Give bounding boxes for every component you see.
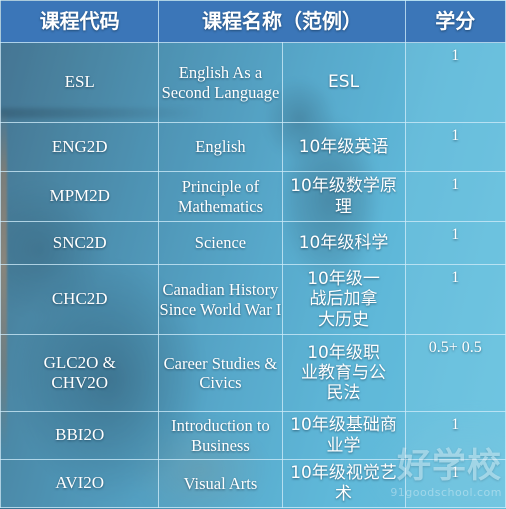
cell-course-name-cn: 10年级一战后加拿大历史	[281, 264, 406, 335]
table-row: AVI2O Visual Arts 10年级视觉艺术 1	[0, 459, 506, 508]
cell-course-name-en: Canadian History Since World War I	[158, 264, 283, 335]
cell-course-name-cn: 10年级科学	[281, 221, 406, 265]
cell-course-code: GLC2O & CHV2O	[0, 334, 160, 412]
cell-course-name-en: English As a Second Language	[158, 42, 283, 123]
table-header: 课程代码 课程名称（范例） 学分	[0, 0, 506, 43]
table-row: BBI2O Introduction to Business 10年级基础商业学…	[0, 411, 506, 460]
column-header-credit: 学分	[404, 0, 506, 43]
table-body: ESL English As a Second Language ESL 1 E…	[0, 42, 506, 508]
table-row: ENG2D English 10年级英语 1	[0, 122, 506, 172]
cell-course-name-en: Principle of Mathematics	[158, 171, 283, 222]
cell-course-code: AVI2O	[0, 459, 160, 508]
table-row: SNC2D Science 10年级科学 1	[0, 221, 506, 265]
column-header-course-code: 课程代码	[0, 0, 160, 43]
cell-course-name-cn: 10年级基础商业学	[281, 411, 406, 460]
cell-credit: 1	[404, 171, 506, 222]
cell-credit: 1	[404, 122, 506, 172]
cell-course-name-cn: 10年级职业教育与公民法	[281, 334, 406, 412]
cell-course-name-en: Science	[158, 221, 283, 265]
cell-course-name-cn: ESL	[281, 42, 406, 123]
cell-course-code: MPM2D	[0, 171, 160, 222]
cell-course-name-en: Visual Arts	[158, 459, 283, 508]
cell-credit: 1	[404, 42, 506, 123]
cell-course-code: BBI2O	[0, 411, 160, 460]
cell-course-name-cn: 10年级视觉艺术	[281, 459, 406, 508]
cell-course-code: SNC2D	[0, 221, 160, 265]
cell-course-name-en: Career Studies & Civics	[158, 334, 283, 412]
cell-course-name-cn: 10年级数学原理	[281, 171, 406, 222]
cell-course-name-cn: 10年级英语	[281, 122, 406, 172]
cell-credit: 0.5+ 0.5	[404, 334, 506, 412]
course-table: 课程代码 课程名称（范例） 学分 ESL English As a Second…	[0, 0, 506, 508]
table-row: MPM2D Principle of Mathematics 10年级数学原理 …	[0, 171, 506, 222]
cell-credit: 1	[404, 411, 506, 460]
table-row: GLC2O & CHV2O Career Studies & Civics 10…	[0, 334, 506, 412]
cell-course-name-en: Introduction to Business	[158, 411, 283, 460]
cell-credit: 1	[404, 459, 506, 508]
slide-canvas: 课程代码 课程名称（范例） 学分 ESL English As a Second…	[0, 0, 506, 509]
cell-course-code: CHC2D	[0, 264, 160, 335]
table-row: CHC2D Canadian History Since World War I…	[0, 264, 506, 335]
cell-credit: 1	[404, 221, 506, 265]
column-header-course-name: 课程名称（范例）	[158, 0, 406, 43]
table-row: ESL English As a Second Language ESL 1	[0, 42, 506, 123]
cell-course-name-en: English	[158, 122, 283, 172]
cell-course-code: ENG2D	[0, 122, 160, 172]
table-header-row: 课程代码 课程名称（范例） 学分	[0, 0, 506, 43]
cell-course-code: ESL	[0, 42, 160, 123]
cell-credit: 1	[404, 264, 506, 335]
